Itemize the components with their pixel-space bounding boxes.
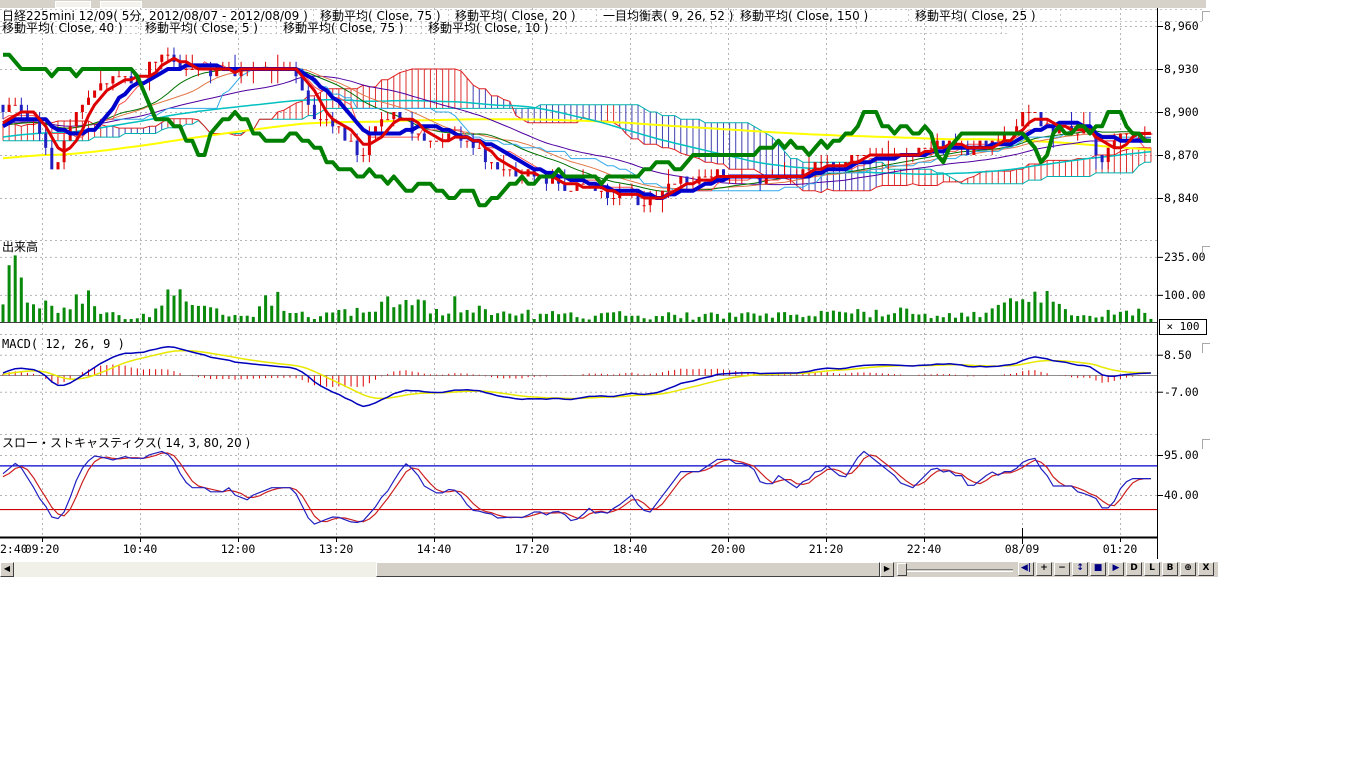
- stoch-axis-tick: 40.00: [1164, 489, 1199, 501]
- legend-item: 移動平均( Close, 5 ): [145, 22, 258, 34]
- zoom-out-button[interactable]: −: [1054, 562, 1070, 576]
- legend-item: 移動平均( Close, 150 ): [740, 10, 868, 22]
- volume-multiplier-text: × 100: [1166, 320, 1199, 333]
- volume-axis-tick: 235.00: [1164, 251, 1206, 263]
- macd-panel: [0, 347, 1157, 407]
- scrollbar-thumb[interactable]: [376, 562, 880, 577]
- magnify-button[interactable]: ⊕: [1180, 562, 1196, 576]
- legend-item: 移動平均( Close, 75 ): [283, 22, 404, 34]
- time-axis-tick: 08/09: [998, 543, 1046, 555]
- stoch-axis-tick: 95.00: [1164, 449, 1199, 461]
- time-axis-tick: 14:40: [410, 543, 458, 555]
- scrollbar-track[interactable]: [14, 562, 880, 577]
- legend-item: 移動平均( Close, 10 ): [428, 22, 549, 34]
- price-axis-tick: 8,870: [1164, 149, 1199, 161]
- zoom-slider-groove: [907, 569, 1013, 572]
- chart-window: 日経225mini 12/09( 5分, 2012/08/07 - 2012/0…: [0, 0, 1366, 768]
- legend-item: 移動平均( Close, 25 ): [915, 10, 1036, 22]
- macd-axis-tick: -7.00: [1164, 386, 1199, 398]
- legend-item: 一目均衡表( 9, 26, 52 ): [603, 10, 733, 22]
- volume-panel-label: 出来高: [2, 241, 38, 253]
- time-axis-tick: 01:20: [1096, 543, 1144, 555]
- time-axis-tick: 17:20: [508, 543, 556, 555]
- stochastics-panel: [0, 451, 1157, 524]
- price-panel: [2, 48, 1153, 213]
- stop-button[interactable]: ■: [1090, 562, 1106, 576]
- zoom-in-button[interactable]: +: [1036, 562, 1052, 576]
- jump-to-start-button[interactable]: ◀|: [1018, 562, 1034, 576]
- mode-b-button[interactable]: B: [1162, 562, 1178, 576]
- panel-corner-mark-icon: [1202, 246, 1210, 256]
- panel-corner-mark-icon: [1202, 343, 1210, 353]
- scroll-left-button[interactable]: ◀: [0, 562, 14, 577]
- time-axis-tick: 22:40: [900, 543, 948, 555]
- close-button[interactable]: X: [1198, 562, 1214, 576]
- time-axis-tick: 12:00: [214, 543, 262, 555]
- time-axis-tick: 09:20: [18, 543, 66, 555]
- time-axis-tick: 18:40: [606, 543, 654, 555]
- price-axis-tick: 8,960: [1164, 20, 1199, 32]
- play-button[interactable]: ▶: [1108, 562, 1124, 576]
- zoom-slider[interactable]: [897, 562, 1015, 577]
- bottom-scrollbar: ◀ ▶ ◀|+−↕■▶DLB⊕X: [0, 562, 1218, 577]
- price-axis-tick: 8,840: [1164, 192, 1199, 204]
- time-axis-tick: 21:20: [802, 543, 850, 555]
- mode-d-button[interactable]: D: [1126, 562, 1142, 576]
- chart-plot-area[interactable]: [0, 0, 1212, 562]
- time-axis-tick: 20:00: [704, 543, 752, 555]
- zoom-slider-handle[interactable]: [897, 563, 907, 576]
- chart-toolbar: ◀|+−↕■▶DLB⊕X: [1018, 562, 1218, 577]
- scroll-right-button[interactable]: ▶: [880, 562, 894, 577]
- panel-corner-mark-icon: [1202, 439, 1210, 449]
- stoch-panel-label: スロー・ストキャスティクス( 14, 3, 80, 20 ): [2, 437, 250, 449]
- mode-l-button[interactable]: L: [1144, 562, 1160, 576]
- legend-item: 移動平均( Close, 40 ): [2, 22, 123, 34]
- price-axis-tick: 8,930: [1164, 63, 1199, 75]
- volume-multiplier-badge: × 100: [1159, 319, 1207, 335]
- time-axis-tick: 10:40: [116, 543, 164, 555]
- axis-lines: [0, 8, 1163, 559]
- macd-panel-label: MACD( 12, 26, 9 ): [2, 338, 125, 350]
- volume-axis-tick: 100.00: [1164, 289, 1206, 301]
- gridlines: [0, 8, 1205, 537]
- panel-corner-mark-icon: [1202, 11, 1210, 21]
- price-axis-tick: 8,900: [1164, 106, 1199, 118]
- volume-panel: [0, 255, 1157, 323]
- macd-axis-tick: 8.50: [1164, 349, 1192, 361]
- fit-vertical-button[interactable]: ↕: [1072, 562, 1088, 576]
- time-axis-tick: 13:20: [312, 543, 360, 555]
